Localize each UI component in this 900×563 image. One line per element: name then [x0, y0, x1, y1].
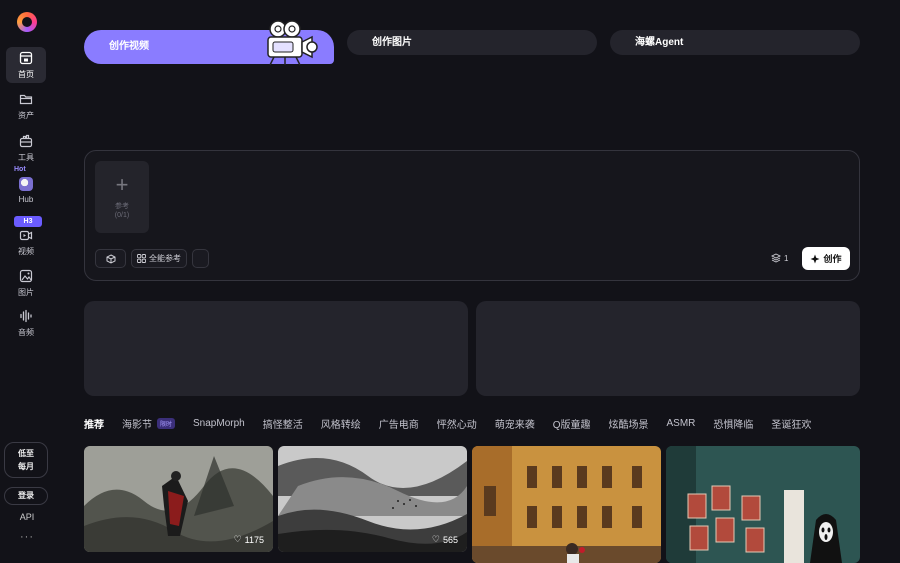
prompt-editor[interactable]: + 参考 (0/1) 全能参考 1 创作 — [84, 150, 860, 281]
promo-banner-left[interactable] — [84, 301, 468, 396]
category-tab-snapmorph[interactable]: SnapMorph — [193, 418, 245, 429]
tab-create-image[interactable]: 创作图片 — [347, 30, 597, 55]
plus-icon: + — [115, 172, 129, 197]
category-label: 圣诞狂欢 — [771, 419, 812, 431]
sidebar-item-tools[interactable]: 工具 — [6, 130, 46, 166]
category-label: ASMR — [666, 417, 696, 429]
omni-reference-button[interactable]: 全能参考 — [131, 249, 187, 268]
category-tab-christmas[interactable]: 圣诞狂欢 — [771, 416, 811, 431]
heart-icon: ♡ — [431, 534, 440, 544]
create-label: 创作 — [823, 254, 842, 264]
movie-camera-icon — [267, 20, 318, 66]
heart-icon: ♡ — [233, 534, 242, 544]
sidebar-item-video[interactable]: 视频 — [6, 224, 46, 260]
category-tab-pets[interactable]: 萌宠来袭 — [495, 416, 535, 431]
image-icon — [19, 269, 33, 282]
category-tabs: 推荐 海影节 限时 SnapMorph 搞怪整活 风格转绘 广告电商 怦然心动 萌… — [84, 414, 860, 432]
sidebar-item-hub[interactable]: Hub — [6, 172, 46, 208]
sidebar-item-label: 首页 — [18, 69, 34, 79]
sidebar-item-label: 图片 — [18, 287, 34, 297]
sidebar: 首页 资产 工具 Hot Hub H3 视频 图片 音频 低至 每月 登录 AP… — [0, 0, 54, 563]
omni-reference-icon — [137, 254, 146, 263]
tab-label: 海螺Agent — [635, 37, 684, 48]
tab-hailuo-agent[interactable]: 海螺Agent — [610, 30, 860, 55]
category-label: 搞怪整活 — [262, 419, 303, 431]
sidebar-item-image[interactable]: 图片 — [6, 265, 46, 301]
category-tab-ads-ecommerce[interactable]: 广告电商 — [379, 416, 419, 431]
tab-label: 创作图片 — [372, 37, 412, 48]
promo-line: 低至 — [18, 449, 34, 458]
reference-label: 参考 — [115, 203, 129, 210]
category-label: 炫酷场景 — [608, 419, 649, 431]
category-tab-cool-scenes[interactable]: 炫酷场景 — [609, 416, 649, 431]
omni-reference-label: 全能参考 — [149, 254, 181, 263]
category-label: 萌宠来袭 — [494, 419, 535, 431]
promo-line: 每月 — [18, 462, 34, 471]
category-tab-chibi[interactable]: Q版童趣 — [553, 416, 591, 431]
sidebar-item-audio[interactable]: 音频 — [6, 305, 46, 341]
gallery-card[interactable] — [666, 446, 860, 563]
category-label: 海影节 — [122, 419, 152, 431]
generation-count[interactable]: 1 — [771, 253, 788, 263]
category-label: SnapMorph — [193, 417, 245, 429]
more-menu-icon[interactable]: ··· — [0, 531, 54, 543]
home-icon — [19, 51, 33, 64]
folder-icon — [19, 94, 33, 104]
like-count[interactable]: ♡ 1175 — [234, 534, 264, 545]
category-tab-recommended[interactable]: 推荐 — [84, 416, 104, 431]
tab-label: 创作视频 — [109, 41, 149, 52]
category-tab-horror[interactable]: 恐惧降临 — [713, 416, 753, 431]
like-count-value: 1175 — [244, 534, 264, 545]
category-label: Q版童趣 — [552, 419, 591, 431]
gallery-card[interactable]: ♡ 1175 — [84, 446, 273, 552]
cube-icon — [106, 253, 115, 264]
sidebar-item-home[interactable]: 首页 — [6, 47, 46, 83]
hailuo-logo[interactable] — [17, 12, 37, 32]
hub-avatar-icon — [19, 176, 33, 191]
login-button[interactable]: 登录 — [4, 487, 48, 505]
reference-upload-card[interactable]: + 参考 (0/1) — [95, 161, 149, 233]
card-thumbnail — [472, 446, 661, 563]
limited-badge: 限时 — [157, 417, 176, 429]
category-label: 推荐 — [84, 419, 104, 431]
pricing-promo-button[interactable]: 低至 每月 — [4, 442, 48, 478]
gallery-card[interactable]: ♡ 565 — [278, 446, 467, 552]
create-button[interactable]: 创作 — [802, 247, 850, 270]
category-tab-funny[interactable]: 搞怪整活 — [263, 416, 303, 431]
video-icon — [19, 230, 33, 240]
promo-banner-right[interactable] — [476, 301, 860, 396]
card-thumbnail — [666, 446, 860, 563]
model-select-button[interactable] — [95, 249, 126, 268]
sparkle-icon — [810, 254, 820, 263]
category-tab-heartbeat[interactable]: 怦然心动 — [437, 416, 477, 431]
category-tab-style-transfer[interactable]: 风格转绘 — [321, 416, 361, 431]
audio-icon — [20, 309, 32, 322]
like-count[interactable]: ♡ 565 — [432, 534, 458, 545]
category-label: 广告电商 — [378, 419, 419, 431]
toolbox-icon — [19, 134, 33, 147]
gallery-card[interactable] — [472, 446, 661, 563]
category-tab-film-festival[interactable]: 海影节 限时 — [122, 416, 176, 431]
category-tab-asmr[interactable]: ASMR — [667, 418, 696, 429]
count-value: 1 — [784, 253, 789, 263]
sidebar-item-assets[interactable]: 资产 — [6, 88, 46, 124]
reference-count: (0/1) — [114, 212, 130, 219]
layers-icon — [771, 253, 781, 263]
sidebar-item-label: 资产 — [18, 110, 34, 120]
extra-option-button[interactable] — [192, 249, 209, 268]
sidebar-item-label: 视频 — [18, 246, 34, 256]
sidebar-item-label: Hub — [18, 194, 34, 204]
category-label: 恐惧降临 — [713, 419, 754, 431]
sidebar-item-label: 音频 — [18, 327, 34, 337]
category-label: 怦然心动 — [436, 419, 477, 431]
api-link[interactable]: API — [0, 512, 54, 522]
category-label: 风格转绘 — [320, 419, 361, 431]
sidebar-item-label: 工具 — [18, 152, 34, 162]
like-count-value: 565 — [442, 534, 458, 545]
